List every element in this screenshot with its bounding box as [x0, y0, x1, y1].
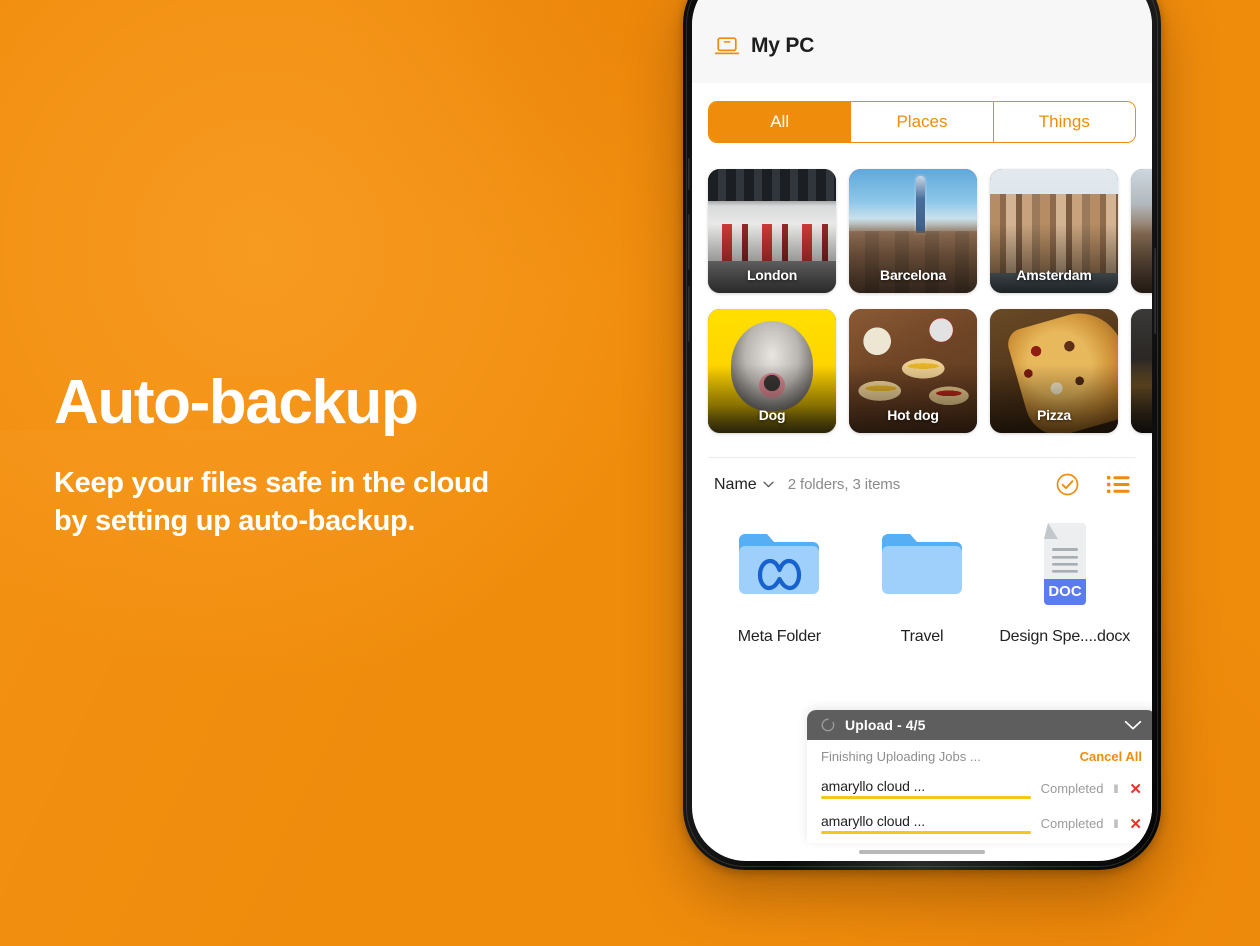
photo-card-places-partial[interactable] — [1131, 169, 1152, 293]
file-label: Meta Folder — [737, 628, 821, 645]
close-icon[interactable]: ✕ — [1129, 780, 1142, 798]
photo-card-barcelona[interactable]: Barcelona — [849, 169, 977, 293]
phone-screen: My PC All Places Things London Barcelona… — [692, 0, 1152, 861]
tab-things[interactable]: Things — [993, 102, 1135, 142]
chevron-down-icon[interactable] — [1124, 720, 1142, 731]
photo-caption: Dog — [758, 407, 786, 423]
folder-meta-icon — [737, 516, 821, 612]
upload-panel-title: Upload - 4/5 — [845, 717, 926, 733]
volume-down-button[interactable] — [688, 286, 691, 342]
list-view-icon[interactable] — [1107, 475, 1130, 494]
tabs-wrap: All Places Things — [692, 83, 1152, 153]
upload-status-text: Finishing Uploading Jobs ... — [821, 749, 981, 764]
subline-line-2: by setting up auto-backup. — [54, 505, 416, 538]
upload-panel-header[interactable]: Upload - 4/5 — [807, 710, 1152, 740]
upload-item-name-wrap: amaryllo cloud ... — [821, 778, 1031, 799]
photo-card-london[interactable]: London — [708, 169, 836, 293]
app-header: My PC — [692, 0, 1152, 83]
upload-progress-bar — [821, 796, 1031, 799]
file-label: Design Spe....docx — [999, 628, 1131, 645]
subline-line-1: Keep your files safe in the cloud — [54, 467, 489, 499]
upload-item-name: amaryllo cloud ... — [821, 778, 926, 794]
mute-switch[interactable] — [688, 158, 691, 190]
sort-by-name-button[interactable]: Name — [714, 476, 774, 494]
loading-spinner-icon — [821, 718, 835, 732]
upload-status-row: Finishing Uploading Jobs ... Cancel All — [807, 740, 1152, 773]
upload-item-status: Completed — [1040, 816, 1104, 831]
file-label: Travel — [900, 628, 944, 645]
sort-label: Name — [714, 475, 757, 493]
power-button[interactable] — [1153, 248, 1156, 334]
photo-card-hot-dog[interactable]: Hot dog — [849, 309, 977, 433]
upload-item-name-wrap: amaryllo cloud ... — [821, 813, 1031, 834]
pause-icon[interactable]: ‖ — [1113, 817, 1119, 831]
photo-area: London Barcelona Amsterdam Dog Hot dog P… — [692, 153, 1152, 441]
upload-item-status: Completed — [1040, 781, 1104, 796]
photo-caption: London — [746, 267, 798, 283]
phone-mockup: My PC All Places Things London Barcelona… — [683, 0, 1161, 870]
places-row[interactable]: London Barcelona Amsterdam — [692, 161, 1152, 301]
svg-text:DOC: DOC — [1048, 583, 1082, 600]
photo-caption: Hot dog — [887, 407, 939, 423]
laptop-icon — [714, 36, 740, 57]
photo-shade — [1131, 223, 1152, 293]
photo-card-things-partial[interactable] — [1131, 309, 1152, 433]
photo-card-amsterdam[interactable]: Amsterdam — [990, 169, 1118, 293]
upload-item-name: amaryllo cloud ... — [821, 813, 926, 829]
photo-card-dog[interactable]: Dog — [708, 309, 836, 433]
chevron-down-icon — [763, 481, 774, 488]
item-count-label: 2 folders, 3 items — [787, 476, 901, 493]
headline: Auto-backup — [54, 368, 419, 437]
upload-row: amaryllo cloud ... Completed ‖ ✕ — [807, 808, 1152, 843]
photo-caption: Pizza — [1036, 407, 1071, 423]
cancel-all-button[interactable]: Cancel All — [1080, 749, 1142, 764]
things-row[interactable]: Dog Hot dog Pizza — [692, 301, 1152, 441]
photo-caption: Amsterdam — [1016, 267, 1092, 283]
page-title: My PC — [751, 34, 815, 57]
check-circle-icon[interactable] — [1056, 473, 1079, 496]
pause-icon[interactable]: ‖ — [1113, 782, 1119, 796]
volume-up-button[interactable] — [688, 214, 691, 270]
category-tabs: All Places Things — [708, 101, 1136, 143]
photo-caption: Barcelona — [880, 267, 946, 283]
upload-row: amaryllo cloud ... Completed ‖ ✕ — [807, 773, 1152, 808]
home-indicator[interactable] — [859, 850, 985, 854]
photo-card-pizza[interactable]: Pizza — [990, 309, 1118, 433]
upload-progress-bar — [821, 831, 1031, 834]
subline: Keep your files safe in the cloud by set… — [54, 464, 654, 541]
tab-places[interactable]: Places — [851, 102, 994, 142]
folder-icon — [880, 516, 964, 612]
photo-shade — [1131, 363, 1152, 433]
tab-all[interactable]: All — [709, 102, 852, 142]
file-list-header: Name 2 folders, 3 items — [692, 458, 1152, 510]
marketing-copy: Auto-backup Keep your files safe in the … — [54, 372, 654, 541]
background-glow-left — [0, 0, 700, 700]
upload-panel: Upload - 4/5 Finishing Uploading Jobs ..… — [807, 710, 1152, 843]
doc-file-icon: DOC — [1030, 516, 1100, 612]
close-icon[interactable]: ✕ — [1129, 815, 1142, 833]
